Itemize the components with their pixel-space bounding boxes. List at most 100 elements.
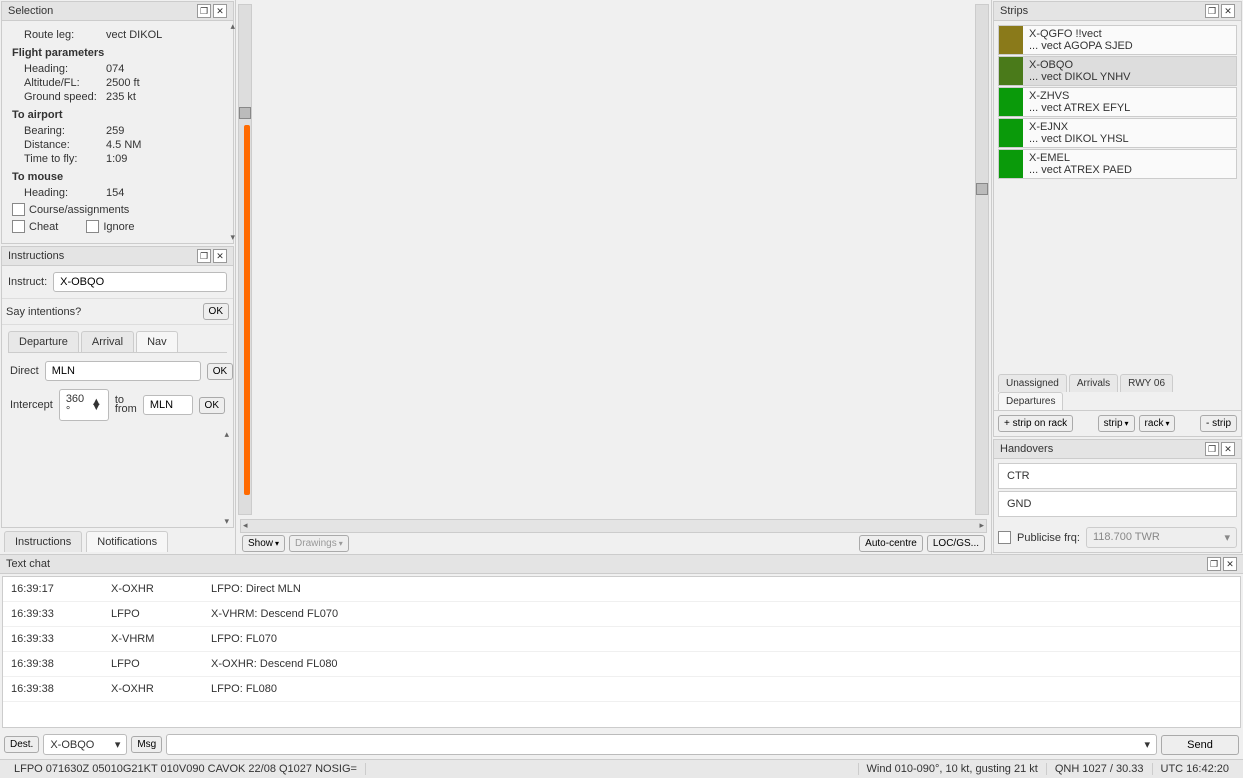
tab-instructions[interactable]: Instructions xyxy=(4,531,82,552)
close-icon[interactable]: ✕ xyxy=(213,249,227,263)
instruct-input[interactable] xyxy=(53,272,227,292)
selection-title: Selection xyxy=(8,5,197,17)
cheat-checkbox[interactable] xyxy=(12,220,25,233)
chat-message: LFPO: FL080 xyxy=(211,683,277,695)
chat-sender: LFPO xyxy=(111,608,211,620)
heading-value: 074 xyxy=(106,63,124,75)
flight-strip[interactable]: X-EJNX... vect DIKOL YHSL xyxy=(998,118,1237,148)
groundspeed-value: 235 kt xyxy=(106,91,136,103)
ignore-label: Ignore xyxy=(103,221,134,233)
flight-strip[interactable]: X-EMEL... vect ATREX PAED xyxy=(998,149,1237,179)
intercept-ok-button[interactable]: OK xyxy=(199,397,225,414)
autocentre-button[interactable]: Auto-centre xyxy=(859,535,923,552)
chat-input[interactable]: ▾ xyxy=(166,734,1157,755)
status-wind: Wind 010-090°, 10 kt, gusting 21 kt xyxy=(859,763,1047,775)
ttf-label: Time to fly: xyxy=(24,153,106,165)
vertical-range-slider[interactable] xyxy=(244,125,250,495)
rack-button[interactable]: rack xyxy=(1139,415,1176,432)
groundspeed-label: Ground speed: xyxy=(24,91,106,103)
chat-row: 16:39:38X-OXHRLFPO: FL080 xyxy=(3,677,1240,702)
scroll-up-icon[interactable]: ▴ xyxy=(224,429,229,440)
to-airport-heading: To airport xyxy=(12,109,223,121)
remove-strip-button[interactable]: - strip xyxy=(1200,415,1237,432)
strips-title: Strips xyxy=(1000,5,1205,17)
direct-ok-button[interactable]: OK xyxy=(207,363,233,380)
handovers-panel: Handovers ❐ ✕ CTR GND Publicise frq: 118… xyxy=(993,439,1242,553)
say-intentions-label: Say intentions? xyxy=(6,306,197,318)
strip-line2: ... vect AGOPA SJED xyxy=(1029,40,1230,52)
scroll-down-icon[interactable]: ▾ xyxy=(224,516,229,527)
tab-nav[interactable]: Nav xyxy=(136,331,178,352)
publicise-checkbox[interactable] xyxy=(998,531,1011,544)
chat-time: 16:39:33 xyxy=(11,608,111,620)
intercept-degree-value: 360 ° xyxy=(66,393,89,417)
selection-panel: Selection ❐ ✕ Route leg:vect DIKOL Fligh… xyxy=(1,1,234,244)
msg-button[interactable]: Msg xyxy=(131,736,162,753)
direct-input[interactable] xyxy=(45,361,201,381)
handover-ctr[interactable]: CTR xyxy=(998,463,1237,489)
cheat-label: Cheat xyxy=(29,221,58,233)
ttf-value: 1:09 xyxy=(106,153,127,165)
handover-gnd[interactable]: GND xyxy=(998,491,1237,517)
chat-panel: Text chat ❐ ✕ 16:39:17X-OXHRLFPO: Direct… xyxy=(0,554,1243,759)
instructions-panel: Instructions ❐ ✕ Instruct: Say intention… xyxy=(1,246,234,528)
tab-departures[interactable]: Departures xyxy=(998,392,1063,410)
flight-strip[interactable]: X-QGFO !!vect... vect AGOPA SJED xyxy=(998,25,1237,55)
tab-arrival[interactable]: Arrival xyxy=(81,331,134,352)
dest-select[interactable]: X-OBQO▾ xyxy=(43,734,127,755)
strip-line1: X-OBQO xyxy=(1029,59,1230,71)
scroll-up-icon[interactable]: ▴ xyxy=(230,21,235,32)
strip-button[interactable]: strip xyxy=(1098,415,1135,432)
flight-strip[interactable]: X-ZHVS... vect ATREX EFYL xyxy=(998,87,1237,117)
tab-arrivals[interactable]: Arrivals xyxy=(1069,374,1118,392)
chat-sender: LFPO xyxy=(111,658,211,670)
dest-button[interactable]: Dest. xyxy=(4,736,39,753)
horizontal-scrollbar[interactable]: ◂ ▸ xyxy=(240,519,987,533)
tab-notifications[interactable]: Notifications xyxy=(86,531,168,552)
say-ok-button[interactable]: OK xyxy=(203,303,229,320)
tab-rwy06[interactable]: RWY 06 xyxy=(1120,374,1173,392)
ignore-checkbox[interactable] xyxy=(86,220,99,233)
close-icon[interactable]: ✕ xyxy=(1221,442,1235,456)
chat-row: 16:39:33LFPOX-VHRM: Descend FL070 xyxy=(3,602,1240,627)
close-icon[interactable]: ✕ xyxy=(1221,4,1235,18)
strip-color xyxy=(999,88,1023,116)
course-checkbox[interactable] xyxy=(12,203,25,216)
strip-color xyxy=(999,119,1023,147)
show-button[interactable]: Show xyxy=(242,535,285,552)
close-icon[interactable]: ✕ xyxy=(213,4,227,18)
bearing-label: Bearing: xyxy=(24,125,106,137)
locgs-button[interactable]: LOC/GS... xyxy=(927,535,985,552)
chat-sender: X-OXHR xyxy=(111,583,211,595)
strip-line1: X-EJNX xyxy=(1029,121,1230,133)
strip-line1: X-EMEL xyxy=(1029,152,1230,164)
tab-unassigned[interactable]: Unassigned xyxy=(998,374,1067,392)
restore-icon[interactable]: ❐ xyxy=(197,4,211,18)
chat-row: 16:39:33X-VHRMLFPO: FL070 xyxy=(3,627,1240,652)
frequency-select[interactable]: 118.700 TWR▾ xyxy=(1086,527,1237,548)
restore-icon[interactable]: ❐ xyxy=(197,249,211,263)
chat-sender: X-VHRM xyxy=(111,633,211,645)
chat-time: 16:39:38 xyxy=(11,658,111,670)
send-button[interactable]: Send xyxy=(1161,735,1239,755)
right-slider[interactable] xyxy=(975,4,989,515)
drawings-button[interactable]: Drawings xyxy=(289,535,349,552)
publicise-label: Publicise frq: xyxy=(1017,532,1080,544)
chat-message: LFPO: Direct MLN xyxy=(211,583,301,595)
restore-icon[interactable]: ❐ xyxy=(1205,4,1219,18)
scroll-down-icon[interactable]: ▾ xyxy=(230,232,235,243)
flight-strip[interactable]: X-OBQO... vect DIKOL YNHV xyxy=(998,56,1237,86)
intercept-degree-stepper[interactable]: 360 °▲▼ xyxy=(59,389,109,421)
chat-message: X-VHRM: Descend FL070 xyxy=(211,608,338,620)
intercept-label: Intercept xyxy=(10,399,53,411)
chat-message: LFPO: FL070 xyxy=(211,633,277,645)
tab-departure[interactable]: Departure xyxy=(8,331,79,352)
heading-label: Heading: xyxy=(24,63,106,75)
direct-label: Direct xyxy=(10,365,39,377)
close-icon[interactable]: ✕ xyxy=(1223,557,1237,571)
add-strip-button[interactable]: + strip on rack xyxy=(998,415,1073,432)
restore-icon[interactable]: ❐ xyxy=(1205,442,1219,456)
strip-color xyxy=(999,26,1023,54)
restore-icon[interactable]: ❐ xyxy=(1207,557,1221,571)
intercept-input[interactable] xyxy=(143,395,193,415)
